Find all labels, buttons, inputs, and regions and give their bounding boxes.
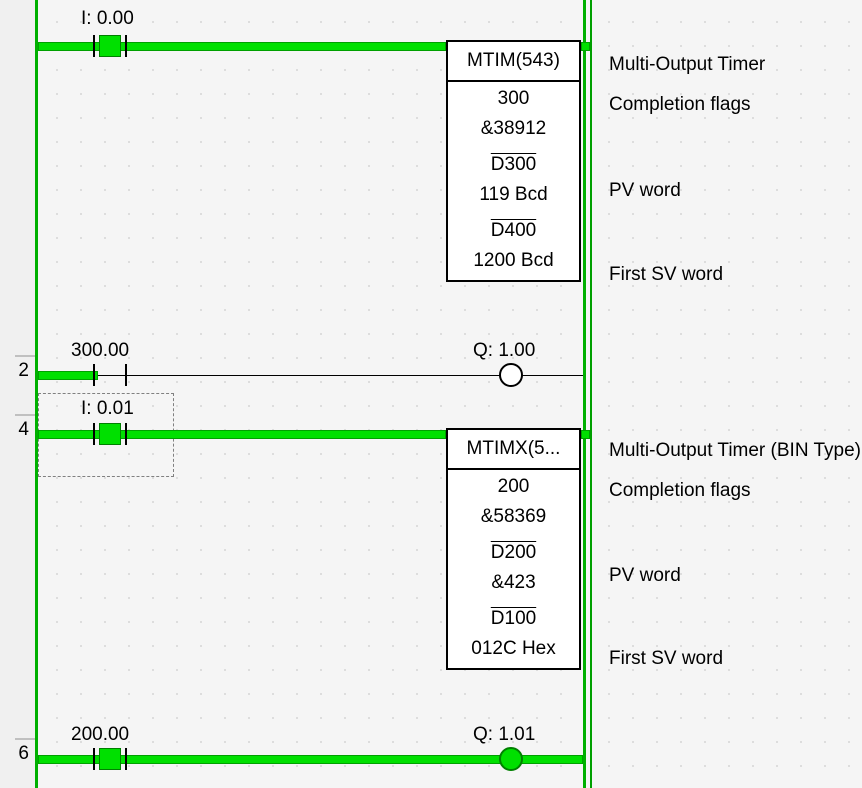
contact-bar (125, 35, 127, 57)
contact-label: 300.00 (71, 340, 129, 362)
contact-bar (93, 423, 95, 445)
fb-side-label: First SV word (609, 648, 723, 670)
coil-on[interactable] (499, 747, 523, 771)
fb-operand: 300 (448, 82, 579, 110)
contact-label: 200.00 (71, 724, 129, 746)
right-power-rail (583, 0, 586, 788)
contact-bar (93, 35, 95, 57)
right-power-rail-outer (590, 0, 592, 788)
fb-operand: D400 (448, 214, 579, 242)
contact-label: I: 0.01 (81, 398, 134, 420)
fb-side-label: Completion flags (609, 480, 751, 502)
fb-title: MTIM(543) (448, 42, 579, 82)
contact-bar (125, 364, 127, 386)
fb-side-label: PV word (609, 565, 681, 587)
fb-operand: D300 (448, 148, 579, 176)
fb-value: &38912 (448, 110, 579, 148)
wire (581, 42, 590, 51)
fb-side-label: PV word (609, 180, 681, 202)
fb-side-label: Completion flags (609, 94, 751, 116)
coil-label: Q: 1.00 (473, 340, 535, 362)
fb-operand: D100 (448, 602, 579, 630)
ladder-canvas[interactable]: I: 0.00 MTIM(543) 300 &38912 D300 119 Bc… (35, 0, 862, 788)
contact-no[interactable] (99, 423, 121, 445)
coil-label: Q: 1.01 (473, 724, 535, 746)
fb-mtimx[interactable]: MTIMX(5... 200 &58369 D200 &423 D100 012… (446, 428, 581, 670)
fb-title: MTIMX(5... (448, 430, 579, 470)
fb-mtim[interactable]: MTIM(543) 300 &38912 D300 119 Bcd D400 1… (446, 40, 581, 282)
wire (38, 371, 98, 380)
fb-side-label: Multi-Output Timer (609, 54, 765, 76)
contact-bar (93, 364, 95, 386)
rung-number-gutter: 2 4 6 (0, 0, 35, 788)
fb-value: 012C Hex (448, 630, 579, 668)
fb-value: 119 Bcd (448, 176, 579, 214)
contact-bar (125, 423, 127, 445)
contact-label: I: 0.00 (81, 8, 134, 30)
wire (581, 430, 590, 439)
coil-open[interactable] (499, 363, 523, 387)
rung-number: 6 (18, 743, 29, 765)
rung-number: 2 (18, 360, 29, 382)
contact-bar (93, 748, 95, 770)
contact-no[interactable] (99, 35, 121, 57)
fb-side-label: First SV word (609, 264, 723, 286)
contact-bar (125, 748, 127, 770)
fb-side-label: Multi-Output Timer (BIN Type) (609, 440, 861, 462)
fb-value: &58369 (448, 498, 579, 536)
fb-operand: D200 (448, 536, 579, 564)
rung-number: 4 (18, 419, 29, 441)
fb-operand: 200 (448, 470, 579, 498)
fb-value: &423 (448, 564, 579, 602)
fb-value: 1200 Bcd (448, 242, 579, 280)
contact-no[interactable] (99, 748, 121, 770)
